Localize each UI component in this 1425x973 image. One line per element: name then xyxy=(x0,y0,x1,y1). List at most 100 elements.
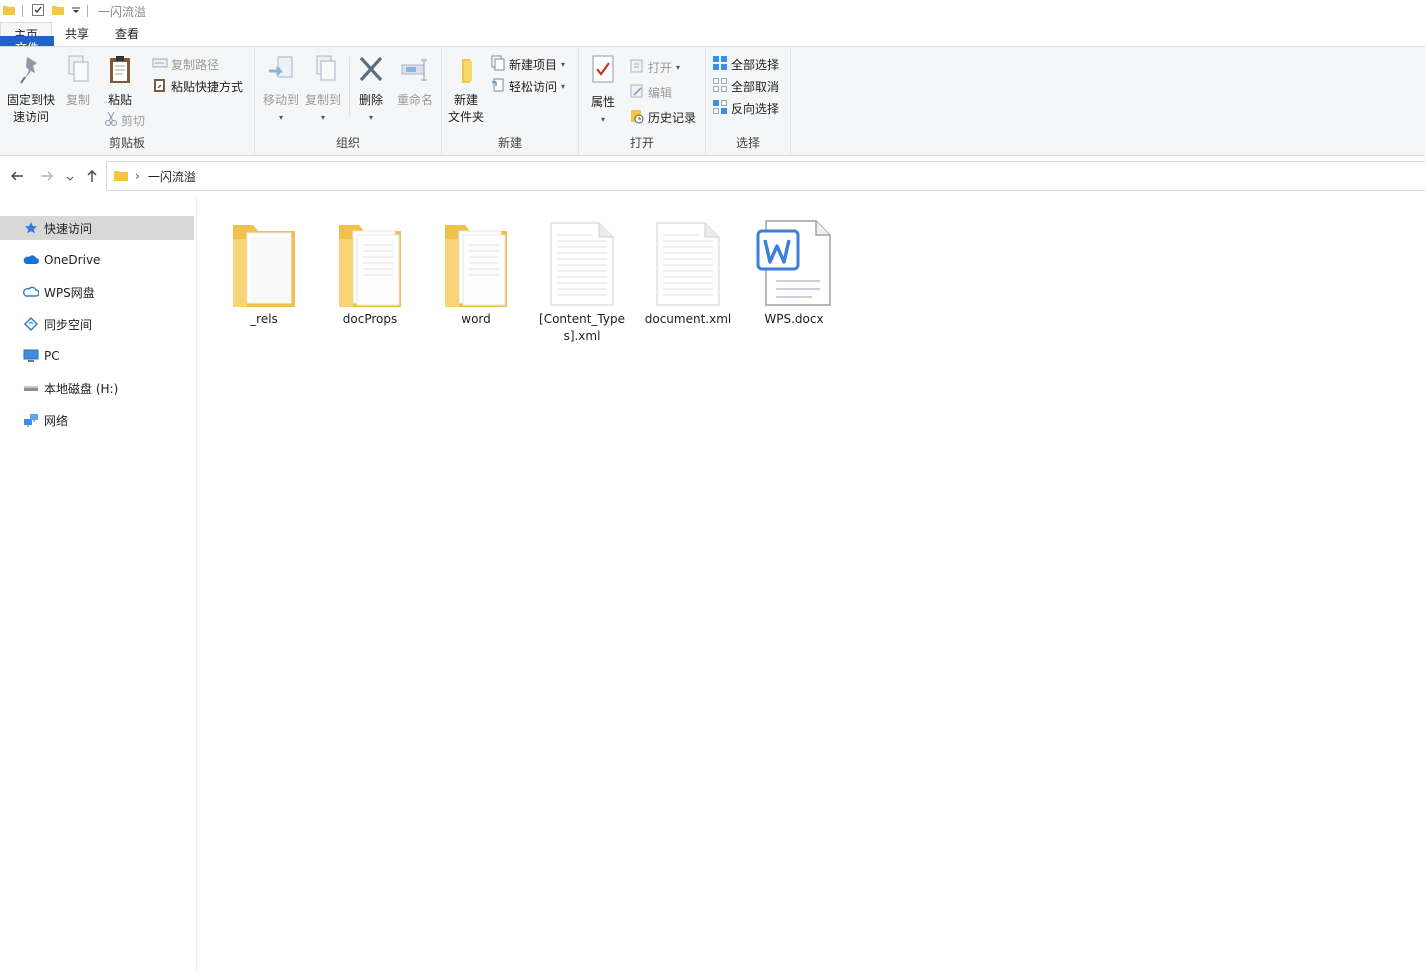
tab-share[interactable]: 共享 xyxy=(52,22,102,46)
paste-shortcut-button[interactable]: 粘贴快捷方式 xyxy=(152,76,243,96)
file-item-word[interactable]: word xyxy=(426,211,526,328)
select-none-icon xyxy=(712,77,728,96)
forward-arrow-icon[interactable] xyxy=(40,169,54,187)
scissors-icon xyxy=(104,111,118,130)
sidebar-item-local-disk-h[interactable]: 本地磁盘 (H:) xyxy=(0,376,194,400)
new-group: 新建 文件夹 新建项目 ▾ 轻松访问 ▾ 新建 xyxy=(442,47,579,155)
copy-to-dropdown-icon: ▾ xyxy=(320,113,325,122)
copy-to-label: 复制到 xyxy=(304,93,341,107)
move-to-dropdown-icon: ▾ xyxy=(278,113,283,122)
select-group: 全部选择 全部取消 反向选择 选择 xyxy=(706,47,791,155)
open-group-label: 打开 xyxy=(629,136,654,150)
copy-button[interactable]: 复制 xyxy=(60,53,96,109)
history-button[interactable]: 历史记录 xyxy=(629,107,696,127)
new-item-dropdown-icon: ▾ xyxy=(561,59,566,69)
breadcrumb-chevron-icon[interactable]: › xyxy=(135,169,140,183)
new-item-button[interactable]: 新建项目 ▾ xyxy=(490,54,565,74)
new-folder-quick-icon[interactable] xyxy=(51,3,65,20)
file-name: document.xml xyxy=(644,312,732,326)
sidebar-item-sync-space[interactable]: 同步空间 xyxy=(0,312,194,336)
network-icon xyxy=(22,413,40,427)
delete-button[interactable]: 删除 ▾ xyxy=(353,53,389,126)
up-arrow-icon[interactable] xyxy=(85,169,99,187)
customize-quick-access-icon[interactable] xyxy=(71,4,81,18)
pin-quick-access-button[interactable]: 固定到快 速访问 xyxy=(4,53,58,126)
move-to-label: 移动到 xyxy=(262,93,299,107)
breadcrumb-current[interactable]: 一闪流溢 xyxy=(148,168,196,185)
properties-label: 属性 xyxy=(590,95,615,109)
file-item-content-types-xml[interactable]: [Content_Types].xml xyxy=(532,211,632,345)
new-folder-label-line2: 文件夹 xyxy=(447,110,484,124)
edit-button[interactable]: 编辑 xyxy=(629,82,672,102)
select-all-icon xyxy=(712,55,728,74)
sync-icon xyxy=(22,317,40,331)
copy-to-button[interactable]: 复制到 ▾ xyxy=(301,53,345,126)
file-item-rels[interactable]: _rels xyxy=(214,211,314,328)
window-title: 一闪流溢 xyxy=(98,4,147,19)
sidebar-item-pc[interactable]: PC xyxy=(0,344,194,368)
folder-icon xyxy=(426,211,526,307)
rename-icon xyxy=(393,53,437,90)
computer-icon xyxy=(22,349,40,363)
sidebar-item-network[interactable]: 网络 xyxy=(0,408,194,432)
sidebar-item-label: 本地磁盘 (H:) xyxy=(44,381,119,396)
cut-label: 剪切 xyxy=(121,113,146,128)
ribbon-tabs: 文件 主页 共享 查看 xyxy=(0,22,1425,60)
file-name: [Content_Types].xml xyxy=(539,312,625,343)
new-item-icon xyxy=(490,55,506,74)
copy-path-icon xyxy=(152,57,168,72)
sidebar-item-quick-access[interactable]: 快速访问 xyxy=(0,216,194,240)
open-group: 属性 ▾ 打开 ▾ 编辑 历史记录 打开 xyxy=(579,47,706,155)
sidebar-item-wps-drive[interactable]: WPS网盘 xyxy=(0,280,194,304)
select-all-button[interactable]: 全部选择 xyxy=(712,54,779,74)
pin-label-line1: 固定到快 xyxy=(6,93,55,107)
delete-dropdown-icon: ▾ xyxy=(368,113,373,122)
sidebar-item-label: 同步空间 xyxy=(44,317,93,332)
navigation-pane: 快速访问 OneDrive WPS网盘 同步空间 PC 本地磁盘 (H:) 网络 xyxy=(0,197,197,973)
open-icon xyxy=(629,58,645,77)
edit-label: 编辑 xyxy=(648,85,673,100)
folder-icon xyxy=(214,211,314,307)
new-item-label: 新建项目 xyxy=(509,57,558,72)
open-button[interactable]: 打开 ▾ xyxy=(629,57,680,77)
sidebar-item-label: PC xyxy=(44,349,60,363)
rename-button[interactable]: 重命名 xyxy=(393,53,437,109)
paste-button[interactable]: 粘贴 xyxy=(102,53,138,109)
file-name: WPS.docx xyxy=(764,312,824,326)
select-none-label: 全部取消 xyxy=(731,79,780,94)
properties-check-icon[interactable] xyxy=(31,3,45,20)
new-folder-button[interactable]: 新建 文件夹 xyxy=(444,53,488,126)
file-item-docprops[interactable]: docProps xyxy=(320,211,420,328)
back-arrow-icon[interactable] xyxy=(10,169,24,187)
easy-access-icon xyxy=(490,77,506,96)
move-to-button[interactable]: 移动到 ▾ xyxy=(259,53,303,126)
open-dropdown-icon: ▾ xyxy=(676,62,681,72)
tab-view[interactable]: 查看 xyxy=(102,22,152,46)
delete-label: 删除 xyxy=(358,93,383,107)
sidebar-item-label: 网络 xyxy=(44,413,69,428)
file-item-wps-docx[interactable]: WPS.docx xyxy=(744,211,844,328)
organize-group: 移动到 ▾ 复制到 ▾ 删除 ▾ 重命名 组织 xyxy=(255,47,442,155)
properties-button[interactable]: 属性 ▾ xyxy=(585,53,621,128)
copy-label: 复制 xyxy=(65,93,90,107)
sidebar-item-label: 快速访问 xyxy=(44,221,93,236)
recent-locations-chevron-icon[interactable] xyxy=(66,171,74,187)
sidebar-item-onedrive[interactable]: OneDrive xyxy=(0,248,194,272)
star-icon xyxy=(22,221,40,235)
invert-selection-icon xyxy=(712,99,728,118)
cut-button[interactable]: 剪切 xyxy=(104,110,145,130)
copy-icon xyxy=(60,53,96,90)
file-item-document-xml[interactable]: document.xml xyxy=(638,211,738,328)
copy-path-button[interactable]: 复制路径 xyxy=(152,54,219,74)
easy-access-button[interactable]: 轻松访问 ▾ xyxy=(490,76,565,96)
drive-icon xyxy=(22,383,40,393)
copy-to-icon xyxy=(301,53,345,90)
separator xyxy=(87,5,88,17)
invert-selection-button[interactable]: 反向选择 xyxy=(712,98,779,118)
address-bar[interactable]: › 一闪流溢 xyxy=(106,161,1425,191)
paste-shortcut-icon xyxy=(152,77,168,96)
properties-dropdown-icon: ▾ xyxy=(600,115,605,124)
file-name: docProps xyxy=(342,312,398,326)
select-none-button[interactable]: 全部取消 xyxy=(712,76,779,96)
folder-icon xyxy=(113,167,129,186)
